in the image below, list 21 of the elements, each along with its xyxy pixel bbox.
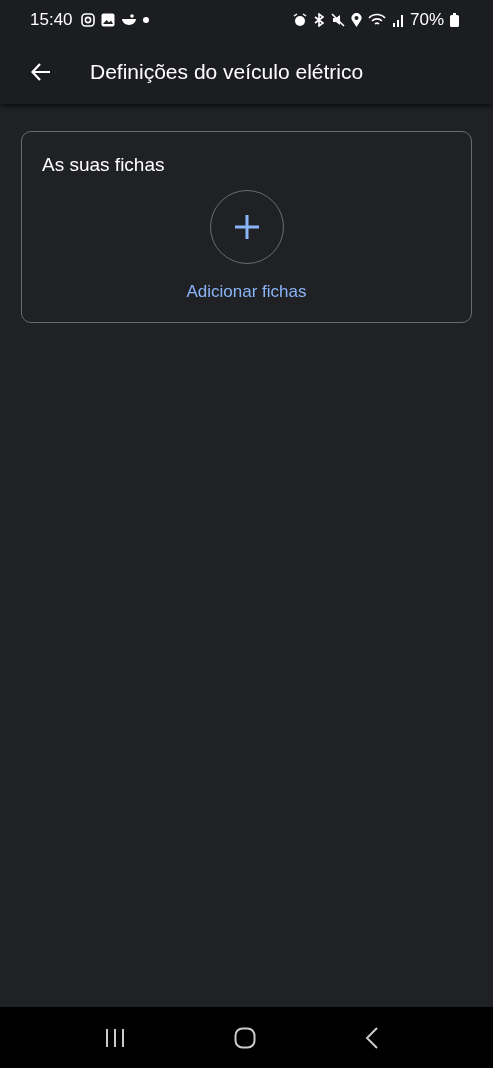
page-title: Definições do veículo elétrico	[90, 60, 364, 84]
bluetooth-icon	[312, 13, 325, 27]
arrow-left-icon	[30, 61, 52, 83]
plus-icon	[232, 213, 261, 241]
add-chargers-link[interactable]: Adicionar fichas	[186, 282, 307, 302]
camera-icon	[80, 13, 95, 27]
status-time: 15:40	[30, 10, 73, 30]
signal-icon	[391, 13, 404, 27]
back-icon[interactable]	[364, 1026, 379, 1049]
alarm-icon	[292, 13, 307, 27]
home-icon[interactable]	[234, 1026, 257, 1049]
wifi-icon	[367, 13, 386, 27]
dot-icon	[142, 17, 149, 23]
card-title: As suas fichas	[42, 154, 165, 176]
bowl-icon	[120, 13, 137, 27]
location-icon	[350, 13, 362, 27]
battery-percentage: 70%	[409, 10, 444, 30]
battery-icon	[450, 13, 459, 27]
image-icon	[100, 13, 115, 27]
recent-apps-icon[interactable]	[104, 1028, 127, 1047]
mute-icon	[330, 13, 345, 27]
